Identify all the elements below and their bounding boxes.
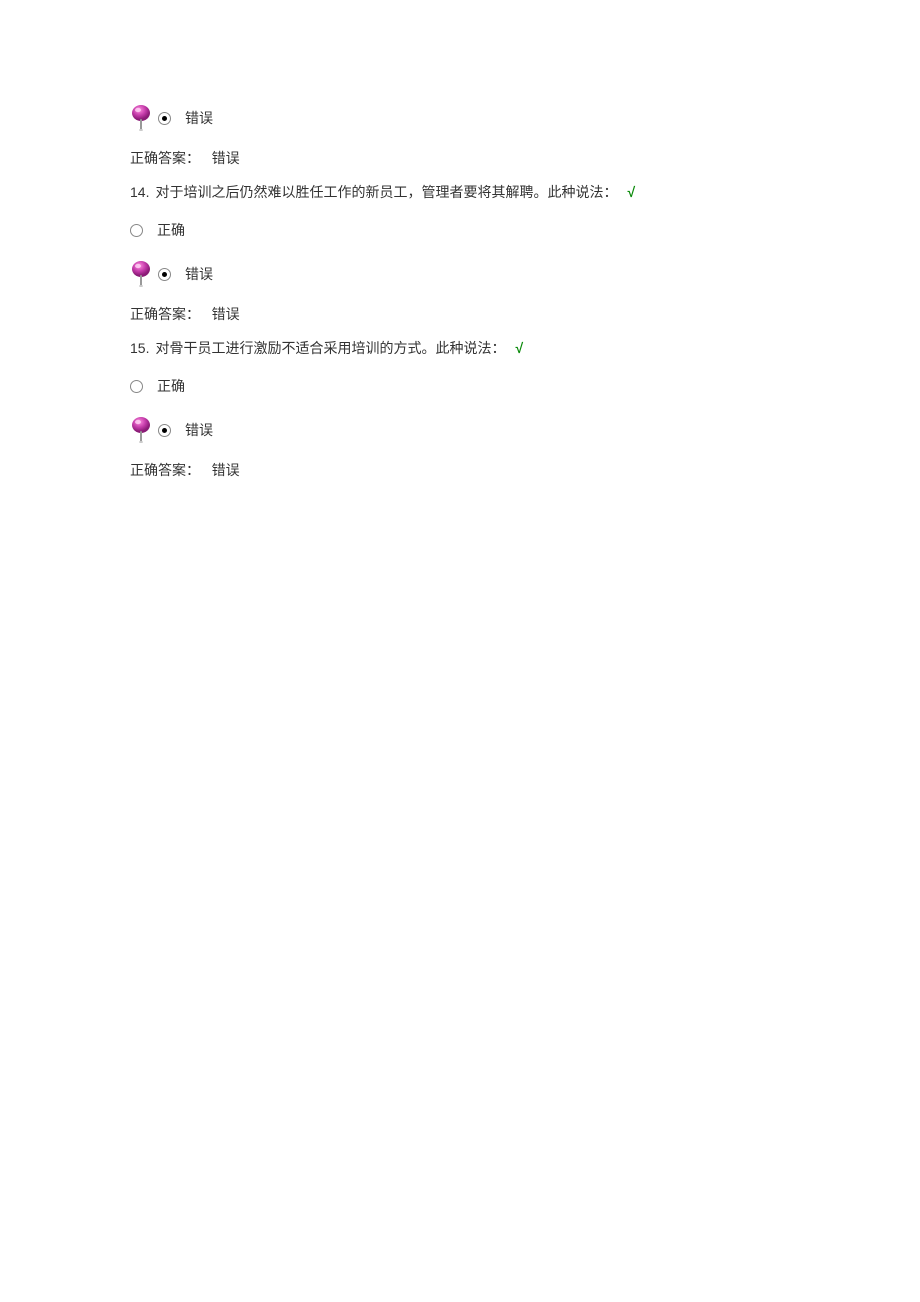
q13-radio-false[interactable] — [158, 112, 171, 125]
q15-answer-prefix: 正确答案： — [130, 462, 200, 478]
pin-icon — [130, 418, 154, 442]
q14-text: 对于培训之后仍然难以胜任工作的新员工，管理者要将其解聘。此种说法： — [155, 182, 617, 202]
pin-icon — [130, 106, 154, 130]
q14-answer-line: 正确答案： 错误 — [130, 304, 790, 324]
q14-answer-value: 错误 — [212, 306, 240, 322]
q15-option-false-row: 错误 — [130, 412, 790, 448]
q15-answer-value: 错误 — [212, 462, 240, 478]
q14-option-false-row: 错误 — [130, 256, 790, 292]
q15-option-true-label: 正确 — [157, 376, 185, 396]
q15-question: 15. 对骨干员工进行激励不适合采用培训的方式。此种说法： √ — [130, 338, 790, 358]
q13-option-false-row: 错误 — [130, 100, 790, 136]
q15-option-true-row: 正确 — [130, 368, 790, 404]
q13-answer-value: 错误 — [212, 150, 240, 166]
q14-option-true-label: 正确 — [157, 220, 185, 240]
q13-option-false-label: 错误 — [185, 108, 213, 128]
pin-icon — [130, 262, 154, 286]
q15-answer-line: 正确答案： 错误 — [130, 460, 790, 480]
q15-radio-false[interactable] — [158, 424, 171, 437]
q13-answer-prefix: 正确答案： — [130, 150, 200, 166]
q14-question: 14. 对于培训之后仍然难以胜任工作的新员工，管理者要将其解聘。此种说法： √ — [130, 182, 790, 202]
check-icon: √ — [627, 184, 635, 200]
q14-radio-true[interactable] — [130, 224, 143, 237]
q14-answer-prefix: 正确答案： — [130, 306, 200, 322]
q14-radio-false[interactable] — [158, 268, 171, 281]
q15-radio-true[interactable] — [130, 380, 143, 393]
q14-number: 14. — [130, 184, 149, 200]
q15-text: 对骨干员工进行激励不适合采用培训的方式。此种说法： — [155, 338, 505, 358]
check-icon: √ — [515, 340, 523, 356]
q15-number: 15. — [130, 340, 149, 356]
q14-option-false-label: 错误 — [185, 264, 213, 284]
q13-answer-line: 正确答案： 错误 — [130, 148, 790, 168]
q15-option-false-label: 错误 — [185, 420, 213, 440]
q14-option-true-row: 正确 — [130, 212, 790, 248]
